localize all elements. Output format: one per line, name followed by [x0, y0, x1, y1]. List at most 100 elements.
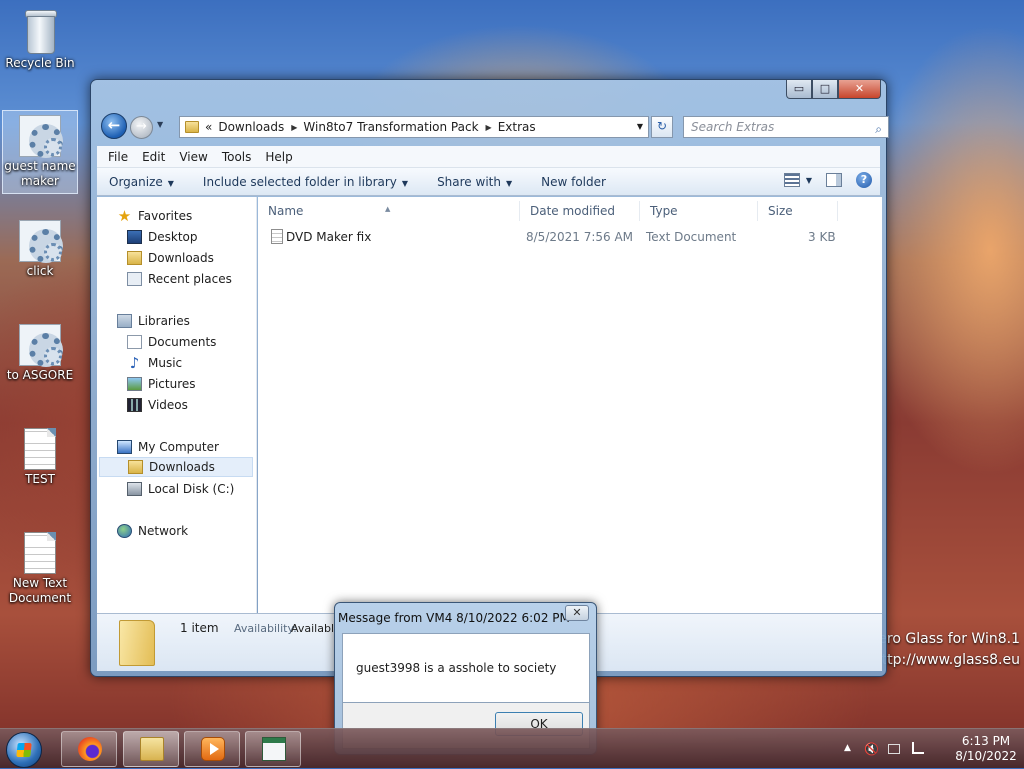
search-icon[interactable]: ⌕ [875, 119, 882, 139]
volume-muted-icon[interactable]: 🔇 [864, 742, 879, 756]
watermark-line2: http://www.glass8.eu [872, 652, 1020, 668]
start-button[interactable] [6, 732, 42, 768]
recent-pages-dropdown[interactable]: ▼ [157, 120, 163, 129]
desktop-icon [127, 230, 142, 244]
pictures-icon [127, 377, 142, 391]
nav-label: Downloads [148, 251, 214, 265]
nav-computer-downloads[interactable]: Downloads [99, 457, 253, 477]
menu-bar: File Edit View Tools Help [97, 146, 880, 168]
minimize-button[interactable]: ▭ [786, 80, 812, 99]
desktop-icon-label: guest name maker [4, 159, 76, 188]
nav-local-disk[interactable]: Local Disk (C:) [127, 479, 253, 499]
address-segment-extras[interactable]: Extras [498, 120, 536, 134]
preview-pane-icon[interactable] [826, 173, 842, 187]
system-tray: ▲ 🔇 6:13 PM 8/10/2022 [834, 729, 1024, 769]
nav-my-computer[interactable]: My Computer [117, 437, 255, 457]
downloads-folder-icon [128, 460, 143, 474]
explorer-icon [140, 737, 164, 761]
include-in-library-button[interactable]: Include selected folder in library ▼ [186, 175, 420, 189]
chevron-down-icon: ▼ [401, 178, 409, 188]
nav-music[interactable]: ♪ Music [127, 353, 253, 373]
documents-icon [127, 335, 142, 349]
nav-favorites[interactable]: ★ Favorites [117, 206, 255, 226]
folder-icon [119, 620, 155, 666]
help-icon[interactable]: ? [856, 172, 872, 188]
column-header-date-modified[interactable]: Date modified [520, 201, 640, 221]
menu-file[interactable]: File [101, 150, 135, 164]
taskbar-media-player[interactable] [184, 731, 240, 767]
desktop-icon-guest-name-maker[interactable]: guest name maker [2, 110, 78, 194]
libraries-icon [117, 314, 132, 328]
nav-label: Pictures [148, 377, 196, 391]
address-separator-arrow[interactable]: ▶ [486, 123, 492, 132]
desktop-icon-label: to ASGORE [6, 368, 74, 382]
nav-label: Documents [148, 335, 217, 349]
notepad-icon [262, 737, 286, 761]
nav-desktop[interactable]: Desktop [127, 227, 253, 247]
address-segment-win8to7[interactable]: Win8to7 Transformation Pack [303, 120, 478, 134]
nav-videos[interactable]: Videos [127, 395, 253, 415]
desktop-icon-click[interactable]: click [2, 216, 78, 282]
desktop-icon-test[interactable]: TEST [2, 424, 78, 490]
menu-help[interactable]: Help [258, 150, 299, 164]
nav-label: My Computer [138, 440, 219, 454]
taskbar: ▲ 🔇 6:13 PM 8/10/2022 [0, 728, 1024, 768]
refresh-button[interactable]: ↻ [651, 116, 673, 138]
file-type: Text Document [646, 230, 737, 244]
organize-button[interactable]: Organize ▼ [97, 175, 186, 189]
close-button[interactable]: ✕ [838, 80, 881, 99]
text-document-icon [24, 532, 56, 574]
desktop-icon-label: TEST [25, 472, 55, 486]
clock-time: 6:13 PM [961, 734, 1011, 748]
maximize-button[interactable]: □ [812, 80, 838, 99]
nav-recent-places[interactable]: Recent places [127, 269, 253, 289]
change-view-button[interactable]: ▼ [783, 173, 812, 187]
dialog-title: Message from VM4 8/10/2022 6:02 PM [338, 611, 570, 625]
search-input[interactable]: Search Extras ⌕ [683, 116, 889, 138]
nav-downloads[interactable]: Downloads [127, 248, 253, 268]
taskbar-explorer[interactable] [123, 731, 179, 767]
action-center-icon[interactable] [912, 742, 924, 754]
desktop-icon-recycle-bin[interactable]: Recycle Bin [2, 4, 78, 76]
share-label: Share with [437, 174, 501, 189]
address-bar[interactable]: « Downloads ▶ Win8to7 Transformation Pac… [179, 116, 649, 138]
network-icon[interactable] [888, 744, 900, 754]
share-with-button[interactable]: Share with ▼ [420, 175, 524, 189]
nav-libraries[interactable]: Libraries [117, 311, 255, 331]
address-separator-arrow[interactable]: ▶ [291, 123, 297, 132]
nav-label: Desktop [148, 230, 198, 244]
column-header-size[interactable]: Size [758, 201, 838, 221]
computer-icon [117, 440, 132, 454]
recycle-bin-icon [23, 10, 57, 54]
column-header-name[interactable]: Name ▲ [258, 201, 520, 221]
nav-pictures[interactable]: Pictures [127, 374, 253, 394]
sort-ascending-icon: ▲ [385, 205, 391, 213]
address-overflow[interactable]: « [205, 120, 212, 134]
nav-network[interactable]: Network [117, 521, 255, 541]
address-segment-downloads[interactable]: Downloads [218, 120, 284, 134]
column-header-type[interactable]: Type [640, 201, 758, 221]
show-hidden-icons-button[interactable]: ▲ [844, 743, 851, 753]
chevron-down-icon: ▼ [805, 175, 812, 185]
forward-button[interactable]: → [130, 116, 153, 139]
dialog-close-button[interactable]: ✕ [565, 605, 589, 621]
menu-edit[interactable]: Edit [135, 150, 172, 164]
address-dropdown[interactable]: ▼ [637, 122, 643, 131]
new-folder-button[interactable]: New folder [524, 175, 618, 189]
taskbar-firefox[interactable] [61, 731, 117, 767]
text-document-icon [24, 428, 56, 470]
table-row[interactable]: DVD Maker fix 8/5/2021 7:56 AM Text Docu… [268, 227, 868, 249]
taskbar-notepad[interactable] [245, 731, 301, 767]
folder-icon [185, 121, 199, 133]
menu-tools[interactable]: Tools [215, 150, 259, 164]
nav-documents[interactable]: Documents [127, 332, 253, 352]
downloads-folder-icon [127, 251, 142, 265]
firefox-icon [78, 737, 102, 761]
clock[interactable]: 6:13 PM 8/10/2022 [954, 734, 1018, 764]
desktop-icon-new-text-document[interactable]: New Text Document [2, 528, 78, 610]
desktop-icon-to-asgore[interactable]: to ASGORE [2, 320, 78, 386]
menu-view[interactable]: View [172, 150, 214, 164]
chevron-down-icon: ▼ [505, 178, 513, 188]
back-button[interactable]: ← [101, 113, 127, 139]
file-size: 3 KB [808, 230, 836, 244]
